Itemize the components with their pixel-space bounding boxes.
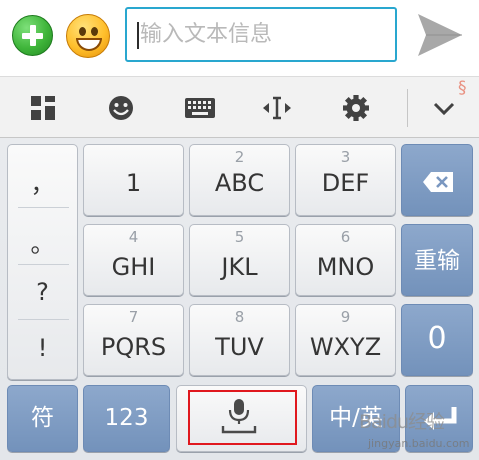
screen: 输入文本信息 ， 。 ? ! 1 2 ABC 3 DEF 4 GHI 5 JKL… — [0, 0, 479, 460]
key-4-ghi[interactable]: 4 GHI — [83, 224, 184, 296]
t9-keyboard: ， 。 ? ! 1 2 ABC 3 DEF 4 GHI 5 JKL 6 MNO … — [0, 138, 479, 460]
enter-icon — [424, 407, 457, 430]
message-input[interactable]: 输入文本信息 — [125, 7, 397, 62]
send-arrow-icon[interactable] — [414, 10, 466, 60]
lang-switch-key[interactable]: 中/英 — [312, 385, 400, 452]
key-1[interactable]: 1 — [83, 144, 184, 216]
key-6-mno[interactable]: 6 MNO — [295, 224, 396, 296]
emoji-icon[interactable] — [103, 90, 139, 126]
gear-icon[interactable] — [338, 90, 374, 126]
numbers-key[interactable]: 123 — [83, 385, 170, 452]
key-9-wxyz[interactable]: 9 WXYZ — [295, 304, 396, 376]
chevron-down-icon[interactable] — [426, 90, 462, 126]
backspace-key[interactable] — [401, 144, 473, 216]
message-input-placeholder: 输入文本信息 — [140, 22, 273, 47]
symbols-key[interactable]: 符 — [7, 385, 78, 452]
toolbar-divider — [407, 89, 408, 127]
smiley-face-icon[interactable] — [66, 14, 110, 58]
punctuation-column[interactable]: ， 。 ? ! — [7, 144, 78, 380]
key-3-def[interactable]: 3 DEF — [295, 144, 396, 216]
keyboard-toolbar — [0, 76, 479, 138]
punct-question-key[interactable]: ? — [8, 277, 77, 307]
enter-key[interactable] — [405, 385, 473, 452]
compose-bar: 输入文本信息 — [0, 0, 479, 76]
reenter-key[interactable]: 重输 — [401, 224, 473, 296]
key-8-tuv[interactable]: 8 TUV — [189, 304, 290, 376]
cursor-icon[interactable] — [259, 90, 295, 126]
punct-comma-key[interactable]: ， — [8, 169, 77, 199]
text-caret — [137, 22, 139, 49]
key-5-jkl[interactable]: 5 JKL — [189, 224, 290, 296]
key-0[interactable]: 0 — [401, 304, 473, 376]
keyboard-icon[interactable] — [182, 90, 218, 126]
plus-circle-icon[interactable] — [12, 15, 53, 56]
key-7-pqrs[interactable]: 7 PQRS — [83, 304, 184, 376]
punct-exclaim-key[interactable]: ! — [8, 333, 77, 363]
backspace-icon — [423, 172, 453, 192]
highlight-box — [188, 390, 297, 445]
grid-icon[interactable] — [25, 90, 61, 126]
punct-period-key[interactable]: 。 — [8, 229, 77, 259]
key-2-abc[interactable]: 2 ABC — [189, 144, 290, 216]
